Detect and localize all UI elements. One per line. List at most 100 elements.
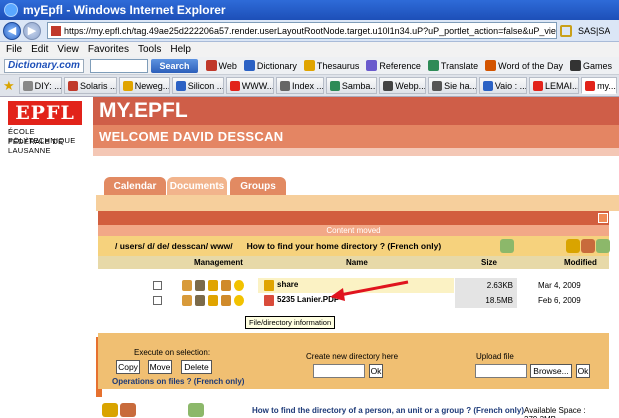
permissions-icon[interactable] [221, 295, 231, 306]
toolbar-translate-label: Translate [440, 60, 479, 71]
dictionary-search-button[interactable]: Search [151, 58, 198, 73]
file-size: 2.63KB [455, 278, 517, 293]
copy-icon[interactable] [208, 295, 218, 306]
share-icon[interactable] [596, 239, 610, 253]
dictionary-toolbar: Dictionary.com Search Web Dictionary The… [0, 57, 619, 75]
toolbar-web-link[interactable]: Web [205, 60, 237, 71]
forward-button[interactable]: ▶ [23, 21, 41, 40]
tab-favicon-icon [122, 80, 133, 91]
column-name[interactable]: Name [346, 258, 368, 267]
address-bar: ◀ ▶ https://my.epfl.ch/tag.49ae25d222206… [0, 20, 619, 42]
edit-icon[interactable] [182, 280, 192, 291]
current-path[interactable]: / users/ d/ de/ desscan/ www/ [115, 241, 233, 251]
browser-tab[interactable]: Silicon ... [171, 77, 224, 94]
browser-tab-label: Samba... [341, 80, 378, 91]
toolbar-games-link[interactable]: Games [569, 60, 612, 71]
column-modified[interactable]: Modified [564, 258, 597, 267]
browser-tab[interactable]: WWW... [225, 77, 274, 94]
upload-label: Upload file [476, 352, 514, 361]
back-button[interactable]: ◀ [3, 21, 21, 40]
toolbar-word-of-day-link[interactable]: Word of the Day [485, 60, 563, 71]
browser-tab[interactable]: DIY: ... [18, 77, 62, 94]
dictionary-search-input[interactable] [89, 58, 149, 73]
users-icon[interactable] [566, 239, 580, 253]
upload-ok-button[interactable]: Ok [576, 364, 590, 378]
find-directory-help-link[interactable]: How to find the directory of a person, a… [252, 406, 524, 415]
copy-button[interactable]: Copy [116, 360, 140, 374]
new-directory-input[interactable] [313, 364, 365, 378]
browser-tab[interactable]: Samba... [325, 77, 378, 94]
browser-tab-label: Solaris ... [79, 80, 117, 91]
row-management-actions [182, 295, 247, 306]
tab-favicon-icon [383, 80, 394, 91]
group-icon[interactable] [581, 239, 595, 253]
row-select-checkbox[interactable] [153, 281, 162, 290]
menu-help[interactable]: Help [170, 44, 191, 55]
browser-tab-label: Index ... [291, 80, 324, 91]
school-name-line2: FÉDÉRALE DE LAUSANNE [8, 137, 64, 155]
browse-button[interactable]: Browse... [530, 364, 572, 378]
pdf-file-icon[interactable] [264, 295, 274, 306]
url-field[interactable]: https://my.epfl.ch/tag.49ae25d222206a57.… [47, 22, 557, 39]
delete-button[interactable]: Delete [181, 360, 212, 374]
file-name[interactable]: share [277, 280, 298, 289]
menu-tools[interactable]: Tools [138, 44, 161, 55]
info-icon[interactable] [234, 280, 244, 291]
create-directory-ok-button[interactable]: Ok [369, 364, 383, 378]
browser-tab[interactable]: Index ... [275, 77, 324, 94]
search-person-icon[interactable] [102, 403, 118, 417]
tab-documents[interactable]: Documents [167, 177, 227, 195]
tab-groups[interactable]: Groups [230, 177, 286, 195]
file-modified: Feb 6, 2009 [538, 296, 581, 305]
toolbar-translate-link[interactable]: Translate [427, 60, 479, 71]
toolbar-reference-link[interactable]: Reference [366, 60, 421, 71]
tab-favicon-icon [532, 80, 543, 91]
toolbar-thesaurus-link[interactable]: Thesaurus [303, 60, 359, 71]
browser-tab[interactable]: Solaris ... [63, 77, 117, 94]
browser-tab[interactable]: Webp... [379, 77, 427, 94]
browser-tab[interactable]: Neweg... [118, 77, 170, 94]
folder-icon[interactable] [264, 280, 274, 291]
info-icon[interactable] [234, 295, 244, 306]
browser-tab-label: DIY: ... [34, 80, 62, 91]
search-provider-field[interactable]: SAS|SA [578, 26, 610, 36]
lock-icon[interactable] [560, 24, 572, 37]
tab-calendar[interactable]: Calendar [104, 177, 166, 195]
browser-tab[interactable]: Vaio : ... [478, 77, 527, 94]
menu-view[interactable]: View [57, 44, 79, 55]
favorites-star-icon[interactable]: ★ [3, 78, 15, 94]
footer-bar: How to find the directory of a person, a… [98, 397, 619, 418]
menu-favorites[interactable]: Favorites [88, 44, 129, 55]
upload-file-input[interactable] [475, 364, 527, 378]
toolbar-dictionary-link[interactable]: Dictionary [243, 60, 297, 71]
file-modified: Mar 4, 2009 [538, 281, 581, 290]
menu-edit[interactable]: Edit [31, 44, 48, 55]
panel-minimize-icon[interactable] [598, 213, 608, 223]
tab-favicon-icon [329, 80, 340, 91]
permissions-icon[interactable] [221, 280, 231, 291]
status-notice: Content moved [98, 225, 609, 236]
move-button[interactable]: Move [148, 360, 172, 374]
browser-tab-active[interactable]: my... [581, 77, 617, 94]
actions-panel: Execute on selection: Copy Move Delete O… [98, 333, 609, 389]
row-select-checkbox[interactable] [153, 296, 162, 305]
dictionary-logo[interactable]: Dictionary.com [4, 58, 84, 73]
menu-file[interactable]: File [6, 44, 22, 55]
ie-icon [4, 3, 18, 17]
home-directory-help-link[interactable]: How to find your home directory ? (Frenc… [247, 241, 442, 251]
column-size[interactable]: Size [481, 258, 497, 267]
home-directory-icon[interactable] [500, 239, 514, 253]
rename-icon[interactable] [195, 280, 205, 291]
epfl-logo[interactable]: EPFL ÉCOLE POLYTECHNIQUE FÉDÉRALE DE LAU… [0, 97, 93, 155]
search-group-icon[interactable] [120, 403, 136, 417]
edit-icon[interactable] [182, 295, 192, 306]
rename-icon[interactable] [195, 295, 205, 306]
dictionary-icon [243, 60, 255, 71]
tab-favicon-icon [67, 80, 78, 91]
browser-tab[interactable]: Sie ha... [428, 77, 477, 94]
copy-icon[interactable] [208, 280, 218, 291]
tab-favicon-icon [482, 80, 493, 91]
browser-tab[interactable]: LEMAI... [528, 77, 580, 94]
search-unit-icon[interactable] [188, 403, 204, 417]
operations-help-link[interactable]: Operations on files ? (French only) [112, 377, 244, 386]
